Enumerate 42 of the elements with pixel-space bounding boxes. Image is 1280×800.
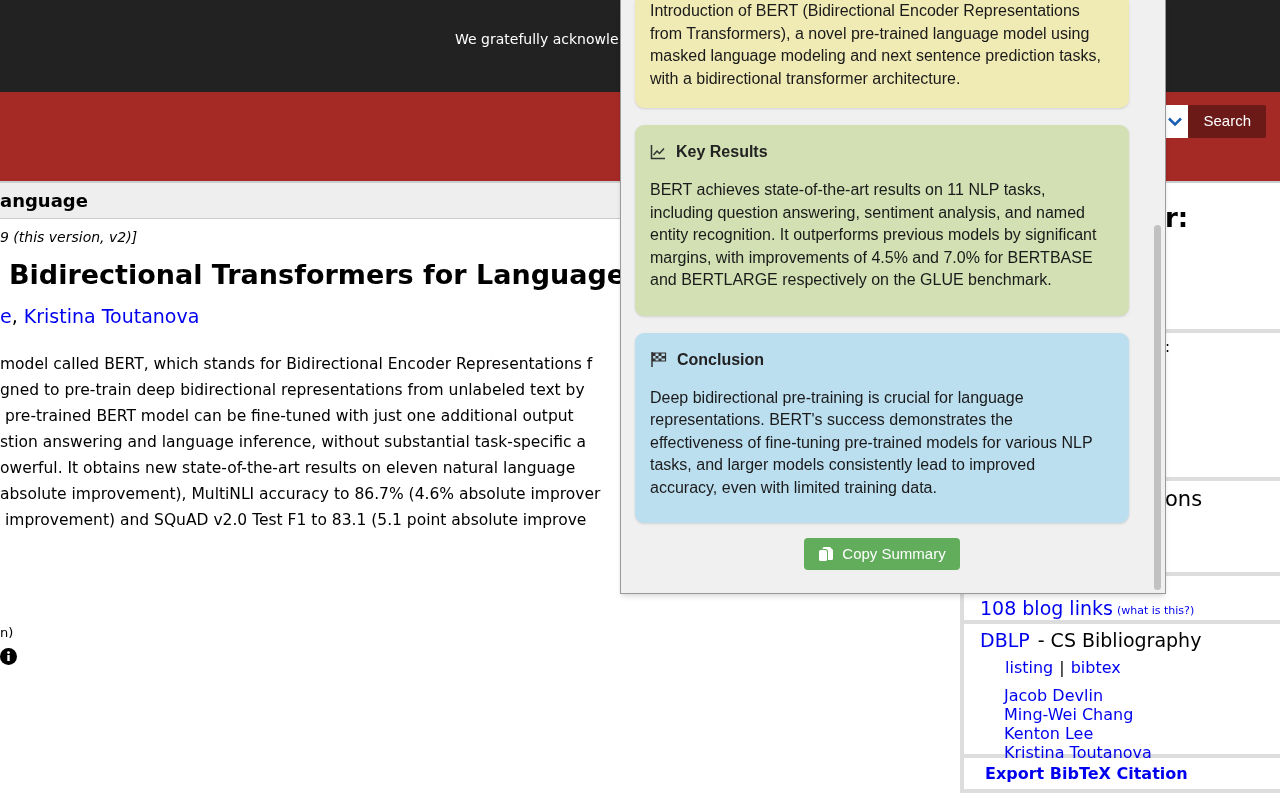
info-icon[interactable] — [0, 648, 17, 665]
abstract-line: pre-trained BERT model can be fine-tuned with just one additional output — [4, 405, 574, 427]
abstract-line: stion answering and language inference, without substantial task-specific a — [0, 431, 586, 453]
author-link[interactable]: Jacob Devlin — [1004, 685, 1103, 705]
card-text: Deep bidirectional pre-training is crucial for language representations. BERT's success demonstrates the effectiveness of fine-tuning pre-trained models for various NLP tasks, and larger models consistently lead to improved accuracy, even with limited training data. — [650, 387, 1094, 498]
abstract-line: absolute improvement), MultiNLI accuracy to 86.7% (4.6% absolute improver — [0, 483, 601, 505]
scrollbar-thumb[interactable] — [1154, 225, 1161, 590]
author-link[interactable]: Kristina Toutanova — [1004, 742, 1152, 762]
paper-title: Bidirectional Transformers for Language — [8, 258, 626, 292]
dblp-link[interactable]: DBLP — [980, 626, 1030, 655]
export-bibtex-link[interactable]: Export BibTeX Citation — [985, 764, 1188, 783]
section-heading: r: — [1165, 203, 1189, 233]
search-button[interactable]: Search — [1188, 105, 1266, 138]
banner-text: We gratefully acknowle — [455, 31, 619, 47]
bibtex-link[interactable]: bibtex — [1070, 655, 1121, 680]
checkered-flag-icon — [650, 351, 667, 368]
what-is-this-link[interactable]: (what is this?) — [1116, 602, 1195, 619]
dblp-subtitle: - CS Bibliography — [1037, 628, 1202, 653]
abstract-line: owerful. It obtains new state-of-the-art results on eleven natural language — [0, 457, 576, 479]
card-text: BERT achieves state-of-the-art results on 11 NLP tasks, including question answering, sentiment analysis, and named entity recognition. It outperforms previous models by significant margins, with improvements of 4.5% and 7.0% for BERTBASE and BERTLARGE respectively on the GLUE benchmark. — [650, 180, 1098, 290]
line-chart-icon — [650, 144, 666, 160]
breadcrumb-text: anguage — [0, 189, 88, 213]
section-heading: ons — [1165, 487, 1203, 511]
author-separator: , — [11, 304, 18, 329]
abstract-line: gned to pre-train deep bidirectional representations from unlabeled text by — [0, 379, 585, 401]
card-heading: Conclusion — [677, 349, 765, 370]
link-separator: | — [1059, 656, 1065, 679]
section-label: : — [1165, 338, 1171, 356]
author-link[interactable]: e — [0, 302, 12, 331]
card-heading: Key Results — [676, 142, 768, 162]
chevron-down-icon — [1168, 117, 1183, 126]
blog-links-link[interactable]: 108 blog links — [980, 597, 1113, 619]
author-link[interactable]: Ming-Wei Chang — [1004, 704, 1134, 724]
author-link[interactable]: Kenton Lee — [1004, 723, 1094, 743]
copy-icon — [818, 546, 835, 562]
comments-text: n) — [0, 623, 14, 642]
card-text: Introduction of BERT (Bidirectional Encoder Representations from Transformers), a novel pre-trained language model using masked language modeling and next sentence prediction tasks, with a bidirectional transformer architecture. — [650, 1, 1102, 89]
abstract-line: improvement) and SQuAD v2.0 Test F1 to 83.1 (5.1 point absolute improve — [4, 509, 587, 531]
abstract-line: model called BERT, which stands for Bidirectional Encoder Representations f — [0, 353, 593, 375]
author-link[interactable]: Kristina Toutanova — [23, 302, 200, 331]
listing-link[interactable]: listing — [1005, 655, 1054, 680]
version-date: 9 (this version, v2)] — [0, 228, 138, 247]
